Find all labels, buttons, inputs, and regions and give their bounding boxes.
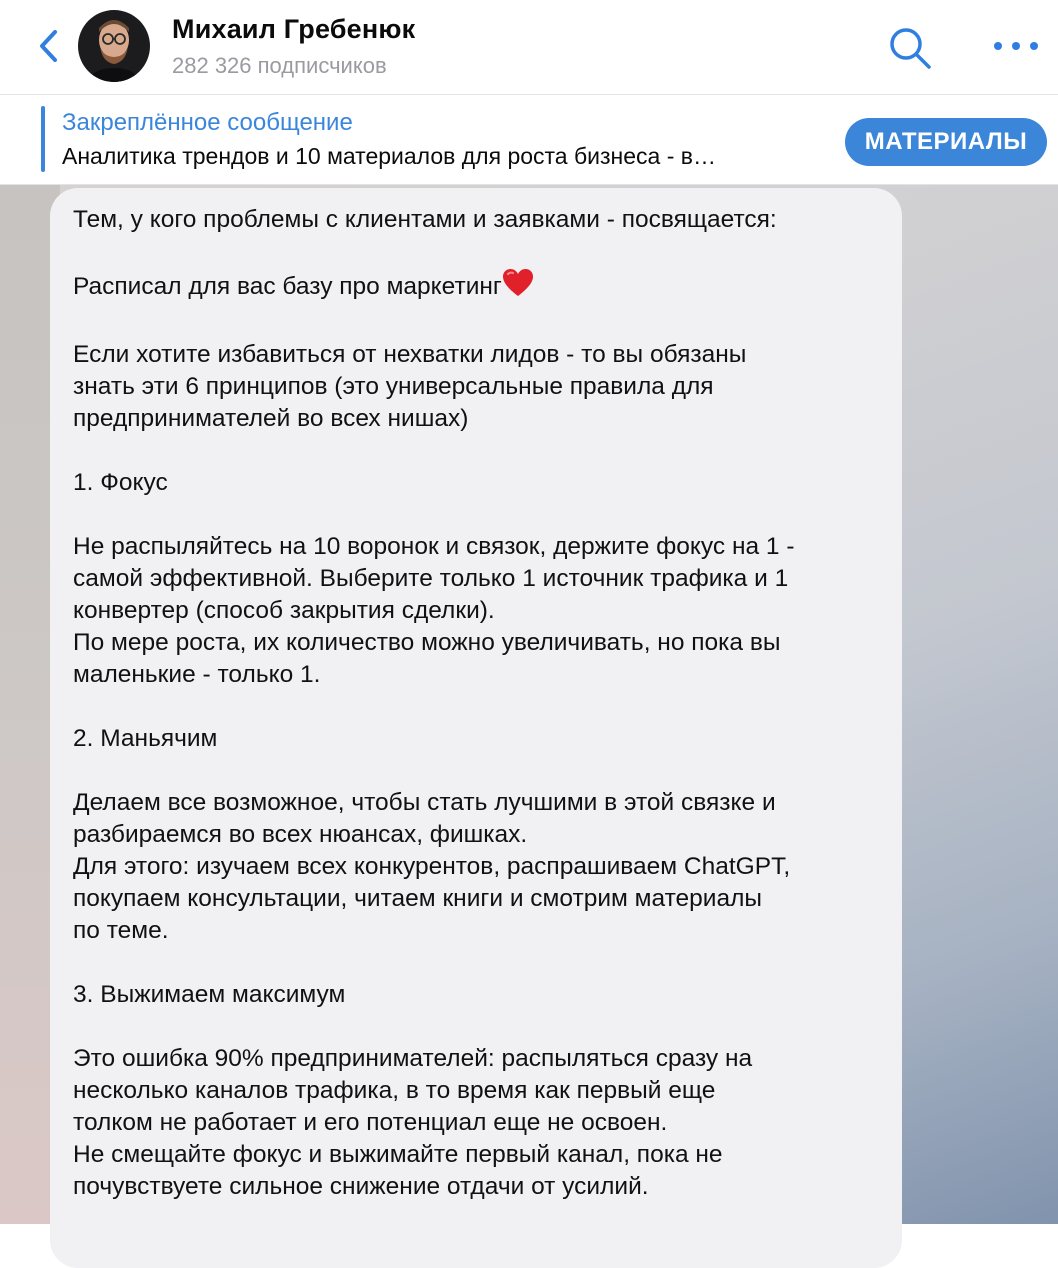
message-line: Расписал для вас базу про маркетинг — [73, 268, 893, 307]
pinned-text: Аналитика трендов и 10 материалов для ро… — [62, 143, 716, 169]
message-line: знать эти 6 принципов (это универсальные… — [73, 373, 714, 400]
message-line: По мере роста, их количество можно увели… — [73, 629, 781, 656]
message-line: разбираемся во всех нюансах, фишках. — [73, 821, 528, 848]
chat-header: Михаил Гребенюк 282 326 подписчиков — [0, 0, 1058, 95]
message-line: самой эффективной. Выберите только 1 ист… — [73, 565, 789, 592]
channel-title[interactable]: Михаил Гребенюк — [172, 14, 415, 45]
search-icon — [890, 28, 931, 69]
chevron-left-icon — [40, 30, 57, 62]
subscriber-count: 282 326 подписчиков — [172, 53, 387, 78]
message-line: Делаем все возможное, чтобы стать лучшим… — [73, 789, 776, 816]
more-button[interactable] — [994, 34, 1038, 58]
message-line: маленькие - только 1. — [73, 661, 321, 688]
pinned-message-bar[interactable]: Закреплённое сообщение Аналитика трендов… — [0, 95, 1058, 185]
more-dot-icon — [1012, 42, 1020, 50]
section-heading: 3. Выжимаем максимум — [73, 981, 346, 1008]
pinned-title: Закреплённое сообщение — [62, 109, 353, 136]
message-line: Это ошибка 90% предпринимателей: распыля… — [73, 1045, 753, 1072]
more-dot-icon — [994, 42, 1002, 50]
message-line: конвертер (способ закрытия сделки). — [73, 597, 495, 624]
message-line: Тем, у кого проблемы с клиентами и заявк… — [73, 206, 777, 233]
message-line: несколько каналов трафика, в то время ка… — [73, 1077, 716, 1104]
section-heading: 2. Маньячим — [73, 725, 218, 752]
materials-button[interactable]: МАТЕРИАЛЫ — [845, 118, 1047, 166]
heart-icon — [502, 268, 534, 307]
search-button[interactable] — [886, 24, 934, 72]
message-line: почувствуете сильное снижение отдачи от … — [73, 1173, 649, 1200]
pinned-indicator — [41, 106, 45, 172]
message-line: толком не работает и его потенциал еще н… — [73, 1109, 668, 1136]
message-line: Не смещайте фокус и выжимайте первый кан… — [73, 1141, 723, 1168]
message-text: Тем, у кого проблемы с клиентами и заявк… — [73, 204, 893, 1203]
section-heading: 1. Фокус — [73, 469, 168, 496]
avatar-image — [78, 10, 150, 82]
message-line: Для этого: изучаем всех конкурентов, рас… — [73, 853, 791, 880]
more-dot-icon — [1030, 42, 1038, 50]
message-line: Если хотите избавиться от нехватки лидов… — [73, 341, 747, 368]
back-button[interactable] — [30, 26, 66, 66]
message-line: Не распыляйтесь на 10 воронок и связок, … — [73, 533, 795, 560]
message-line: покупаем консультации, читаем книги и см… — [73, 885, 763, 912]
message-line: по теме. — [73, 917, 169, 944]
message-line: предпринимателей во всех нишах) — [73, 405, 469, 432]
avatar[interactable] — [78, 10, 150, 82]
